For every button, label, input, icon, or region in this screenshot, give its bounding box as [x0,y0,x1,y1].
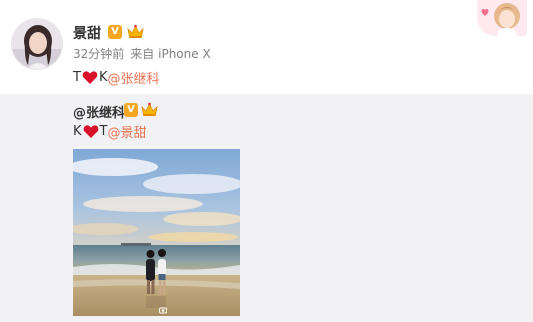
repost-block[interactable]: @张继科 V K T @景甜 [0,94,533,322]
weibo-post: 景甜 V 32分钟前 来自 iPhone X T K @张继科 @张继科 V K… [0,0,533,322]
post-source-prefix: 来自 [130,47,155,61]
repost-text-before: K [73,124,82,139]
beach-sunset-image [73,149,240,316]
post-source-device[interactable]: iPhone X [158,47,211,61]
repost-author-name[interactable]: @张继科 [73,102,125,121]
verified-badge-icon: V [108,25,122,39]
repost-mention-link[interactable]: @景甜 [107,122,146,141]
post-text: T K @张继科 [73,68,160,87]
repost-text-after: T [99,124,108,139]
post-text-after: K [98,70,108,85]
post-text-before: T [73,70,81,85]
avatar-image [12,19,62,69]
camera-icon [159,307,167,314]
repost-photo[interactable] [73,149,240,316]
post-time[interactable]: 32分钟前 [73,47,124,61]
post-mention-link[interactable]: @张继科 [107,68,159,87]
repost-text: K T @景甜 [73,122,147,141]
author-name[interactable]: 景甜 [73,23,101,43]
card-decoration-image [477,0,527,36]
author-avatar[interactable] [11,18,63,70]
repost-heart-icon [83,125,98,138]
crown-icon[interactable] [127,24,144,39]
post-meta: 32分钟前 来自 iPhone X [73,45,211,62]
decoration-art [477,0,527,36]
repost-crown-icon[interactable] [141,102,158,117]
heart-icon [82,71,98,84]
repost-verified-badge-icon: V [124,103,138,117]
